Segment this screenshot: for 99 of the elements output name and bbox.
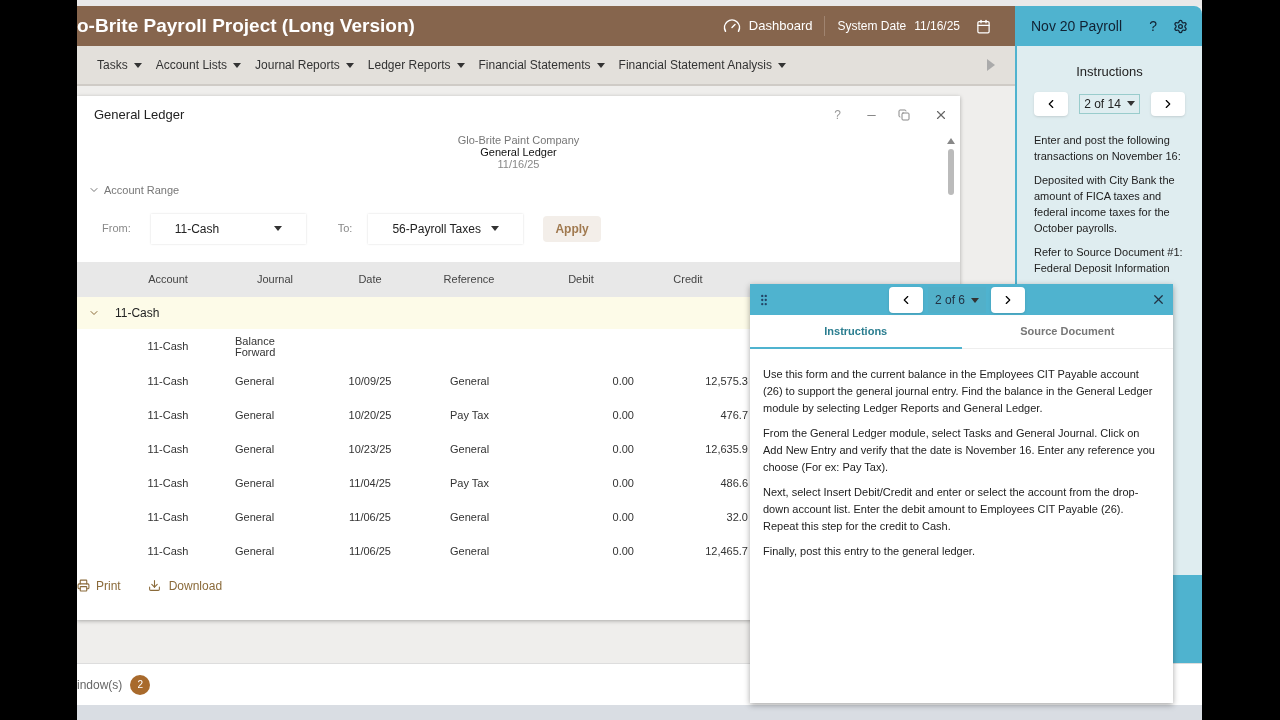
tab[interactable]: Instructions [750, 315, 962, 349]
instruction-text: From the General Ledger module, select Tasks and General Journal. Click on Add New Entry and verify that the date is November 16. Enter any reference you choose (For ex: Pay Tax). [763, 426, 1156, 475]
windows-label: indow(s) [77, 676, 123, 694]
apply-button[interactable]: Apply [543, 215, 601, 242]
table-cell-text: 0.00 [611, 376, 634, 387]
to-select[interactable]: 56-Payroll Taxes [368, 213, 524, 244]
table-cell-text: 11/04/25 [348, 478, 392, 489]
table-cell-text: General [449, 512, 491, 523]
window-count-badge: 2 [130, 674, 151, 695]
table-cell-text: 0.00 [611, 546, 634, 557]
table-cell-text: 11-Cash [146, 410, 190, 421]
table-cell-text: 10/20/25 [347, 410, 393, 421]
table-cell-text: General [449, 546, 491, 557]
table-cell-text: 0.00 [611, 478, 634, 489]
table-cell-text: General [234, 512, 276, 523]
column-header: Debit [567, 271, 595, 287]
help-icon[interactable]: ? [1149, 15, 1157, 37]
caret-icon [778, 62, 786, 68]
table-cell-text: 11-Cash [146, 512, 190, 523]
caret-icon [273, 226, 282, 231]
caret-icon [233, 62, 242, 68]
menu-item[interactable]: Account Lists [155, 56, 242, 74]
dashboard-icon [722, 17, 741, 35]
system-date: 11/16/25 [914, 18, 960, 35]
table-cell-text: Pay Tax [449, 478, 490, 489]
table-cell-text: General [449, 376, 491, 387]
table-cell-text: Balance Forward [234, 335, 277, 358]
instruction-text: Enter and post the following transactions on November 16: [1034, 132, 1182, 164]
report-date: 11/16/25 [497, 158, 540, 170]
table-cell-text: 11/06/25 [348, 546, 392, 557]
page-select[interactable]: 2 of 14 [1079, 93, 1140, 114]
instruction-text: Use this form and the current balance in the Employees CIT Payable account (26) to support the general journal entry. Find the balance in the General Ledger module by selecting Ledger Reports and General Ledger. [763, 367, 1154, 416]
table-cell-text: General [234, 444, 276, 455]
to-label: To: [337, 221, 353, 237]
panel-heading: Instructions [1075, 63, 1144, 81]
print-link[interactable]: Print [96, 576, 121, 595]
column-header: Account [147, 271, 189, 287]
close-icon[interactable] [1151, 292, 1166, 307]
close-icon[interactable] [934, 108, 948, 122]
table-cell-text: General [234, 478, 276, 489]
calendar-icon[interactable] [976, 18, 991, 34]
menu-item[interactable]: Tasks [97, 56, 142, 74]
table-cell-text: 11-Cash [146, 444, 190, 455]
print-icon [77, 579, 90, 592]
company-name: Glo-Brite Paint Company [457, 134, 580, 146]
group-name: 11-Cash [115, 304, 160, 322]
download-link[interactable]: Download [168, 576, 223, 595]
table-cell-text: 11-Cash [146, 546, 190, 557]
caret-icon [1126, 101, 1135, 106]
menu-item[interactable]: Financial Statements [478, 56, 605, 74]
caret-icon [456, 62, 465, 68]
table-cell-text: 0.00 [611, 410, 634, 421]
next-button[interactable] [991, 287, 1025, 313]
table-cell-text: 11/06/25 [348, 512, 392, 523]
column-header: Reference [442, 271, 496, 287]
report-title: General Ledger [480, 146, 557, 158]
column-header: Credit [672, 271, 704, 287]
table-cell-text: 10/09/25 [347, 376, 393, 387]
previous-button[interactable] [889, 287, 923, 313]
table-cell-text: 0.00 [611, 444, 634, 455]
app-title: o-Brite Payroll Project (Long Version) [77, 13, 415, 38]
from-select[interactable]: 11-Cash [150, 213, 306, 244]
dashboard-link[interactable]: Dashboard [748, 16, 826, 36]
table-cell-text: General [234, 546, 276, 557]
table-cell-text: 11-Cash [146, 478, 190, 489]
tab[interactable]: Source Document [961, 315, 1173, 349]
caret-icon [345, 62, 354, 68]
table-cell-text: General [234, 410, 276, 421]
table-cell-text: General [449, 444, 491, 455]
column-header: Journal [255, 271, 295, 287]
caret-icon [133, 62, 142, 68]
from-label: From: [102, 221, 131, 237]
settings-icon[interactable] [1173, 18, 1188, 34]
column-header: Date [357, 271, 383, 287]
table-cell-text: Pay Tax [449, 410, 490, 421]
window-title: General Ledger [94, 106, 185, 125]
instruction-text: Next, select Insert Debit/Credit and enter or select the account from the drop-down account list. Enter the debit amount to Employees CIT Payable (26). Repeat this step for the credit to Cash. [763, 485, 1140, 534]
table-cell-text: 0.00 [611, 512, 634, 523]
table-cell-text: 10/23/25 [347, 444, 393, 455]
system-date-label: System Date [837, 18, 907, 35]
caret-icon [971, 297, 979, 303]
caret-icon [491, 226, 500, 231]
panel-title: Nov 20 Payroll [1031, 16, 1123, 36]
menu-item[interactable]: Financial Statement Analysis [618, 56, 786, 74]
page-select[interactable]: 2 of 6 [928, 287, 986, 313]
instruction-text: Refer to Source Document #1: Federal Deposit Information [1034, 244, 1184, 276]
instruction-text: Deposited with City Bank the amount of FICA taxes and federal income taxes for the October payrolls. [1034, 172, 1176, 236]
table-cell-text: 11-Cash [146, 376, 190, 387]
menu-item[interactable]: Journal Reports [255, 56, 354, 74]
table-cell-text: General [234, 376, 276, 387]
section-toggle[interactable]: Account Range [104, 182, 180, 199]
menu-item[interactable]: Ledger Reports [367, 56, 465, 74]
restore-icon[interactable] [898, 109, 910, 121]
scroll-up-icon[interactable] [947, 138, 955, 144]
download-icon [147, 579, 161, 592]
caret-icon [596, 62, 605, 68]
scroll-right-icon[interactable] [987, 59, 995, 71]
table-cell-text: 11-Cash [146, 341, 190, 352]
instruction-text: Finally, post this entry to the general ledger. [763, 544, 976, 559]
